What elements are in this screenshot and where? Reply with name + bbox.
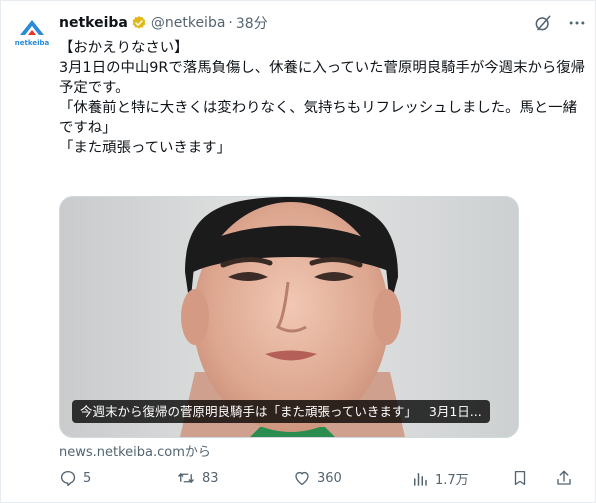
like-icon	[295, 471, 309, 486]
view-count: 1.7万	[435, 473, 469, 488]
caption-title: 今週末から復帰の菅原明良騎手は「また頑張っていきます」	[80, 404, 417, 419]
repost-button[interactable]: 83	[176, 469, 219, 487]
more-button[interactable]	[567, 13, 587, 33]
action-bar: 5 83 360 1.7万	[59, 469, 584, 491]
link-card-caption: 今週末から復帰の菅原明良騎手は「また頑張っていきます」 3月1日...	[72, 400, 490, 423]
views-button[interactable]: 1.7万	[411, 469, 469, 488]
header-actions	[533, 13, 587, 33]
repost-icon	[177, 472, 195, 484]
tweet-line: 「また頑張っていきます」	[59, 140, 231, 156]
share-button[interactable]	[555, 469, 573, 487]
reply-icon	[60, 470, 76, 487]
more-icon	[569, 21, 585, 25]
verified-badge-icon[interactable]	[131, 15, 147, 31]
grok-icon	[535, 15, 551, 31]
tweet-line: 3月1日の中山9Rで落馬負傷し、休養に入っていた菅原明良騎手が今週末から復帰予定…	[59, 60, 586, 96]
timestamp[interactable]: 38分	[236, 13, 268, 33]
link-card-image[interactable]: 今週末から復帰の菅原明良騎手は「また頑張っていきます」 3月1日...	[59, 196, 519, 438]
tweet-line: 「休養前と特に大きくは変わりなく、気持ちもリフレッシュしました。馬と一緒ですね」	[59, 100, 578, 136]
like-count: 360	[317, 470, 342, 486]
tweet-header: netkeiba @netkeiba · 38分	[59, 13, 268, 33]
tweet-line: 【おかえりなさい】	[59, 40, 189, 56]
handle[interactable]: @netkeiba	[151, 15, 226, 31]
avatar[interactable]: netkeiba	[12, 13, 52, 53]
separator: ·	[228, 15, 233, 31]
bookmark-icon	[514, 470, 526, 486]
netkeiba-logo-icon	[20, 20, 44, 35]
reply-button[interactable]: 5	[59, 469, 91, 487]
like-button[interactable]: 360	[293, 469, 342, 487]
share-icon	[557, 470, 571, 485]
repost-count: 83	[202, 470, 219, 486]
display-name[interactable]: netkeiba	[59, 15, 128, 31]
reply-count: 5	[83, 470, 92, 486]
grok-button[interactable]	[533, 13, 553, 33]
avatar-logo-text: netkeiba	[14, 39, 50, 47]
caption-date: 3月1日...	[428, 404, 482, 419]
views-icon	[414, 472, 427, 486]
link-source[interactable]: news.netkeiba.comから	[59, 441, 211, 460]
bookmark-button[interactable]	[511, 469, 529, 487]
tweet-text: 【おかえりなさい】 3月1日の中山9Rで落馬負傷し、休養に入っていた菅原明良騎手…	[59, 38, 589, 158]
tweet-card[interactable]: netkeiba netkeiba @netkeiba · 38分 【おかえりな…	[0, 0, 596, 503]
